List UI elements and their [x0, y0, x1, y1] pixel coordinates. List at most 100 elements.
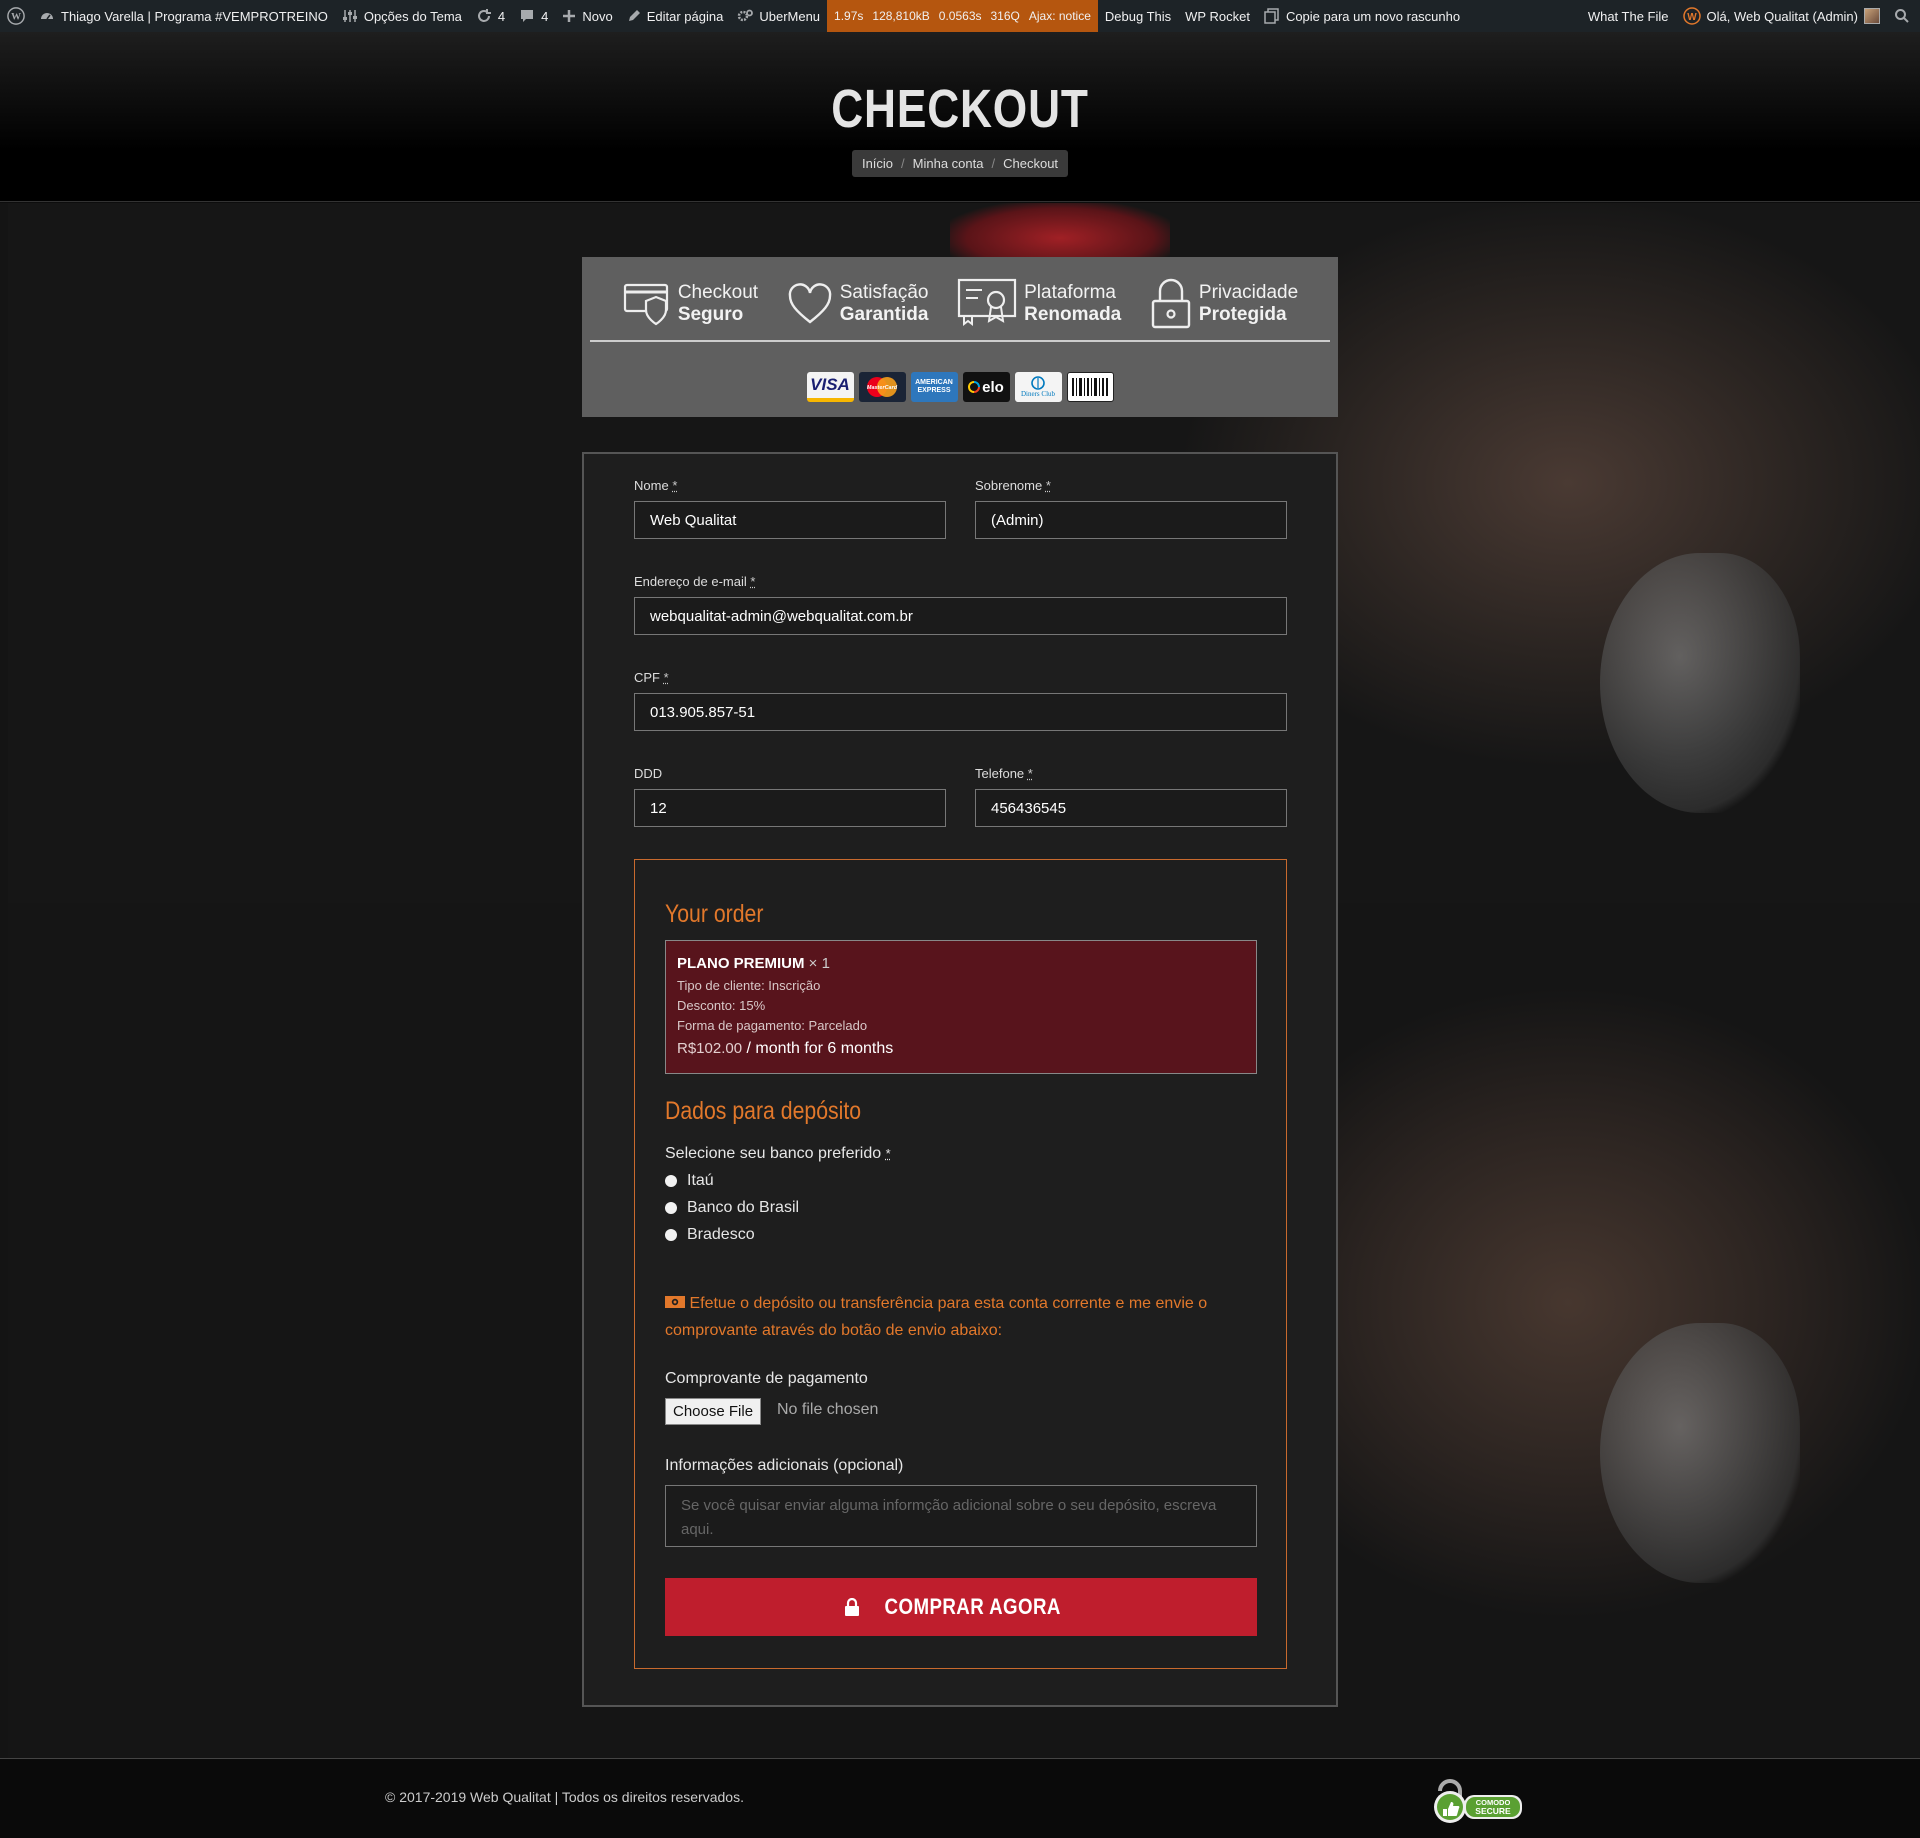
- plus-icon: [563, 10, 576, 22]
- cpf-label: CPF *: [634, 670, 1287, 685]
- admin-what-the-file[interactable]: What The File: [1581, 0, 1676, 32]
- perf-memory: 128,810kB: [872, 9, 930, 23]
- diners-card-icon: Diners Club: [1014, 372, 1062, 402]
- breadcrumb-account[interactable]: Minha conta: [913, 156, 984, 171]
- wp-rocket-label: WP Rocket: [1185, 8, 1250, 24]
- email-label: Endereço de e-mail *: [634, 574, 1287, 589]
- admin-search[interactable]: [1887, 0, 1920, 32]
- ubermenu-label: UberMenu: [759, 8, 821, 24]
- admin-site-name[interactable]: Thiago Varella | Programa #VEMPROTREINO: [32, 0, 335, 32]
- badge-line2: Garantida: [839, 303, 929, 325]
- admin-debug-this[interactable]: Debug This: [1098, 0, 1178, 32]
- last-name-label-text: Sobrenome: [975, 478, 1043, 493]
- page-header: CHECKOUT Início / Minha conta / Checkout: [0, 32, 1920, 202]
- badge-line1: Plataforma: [1024, 281, 1116, 303]
- price-amount: R$102.00: [677, 1040, 743, 1057]
- bank-option-label: Banco do Brasil: [687, 1199, 800, 1216]
- search-icon: [1895, 9, 1909, 23]
- product-name: PLANO PREMIUM × 1: [677, 955, 1245, 972]
- perf-time: 1.97s: [834, 9, 864, 23]
- admin-updates[interactable]: 4: [469, 0, 512, 32]
- trust-panel: Checkout Seguro Satisfação Garantida Plata…: [582, 257, 1338, 417]
- svg-text:MasterCard: MasterCard: [867, 385, 898, 391]
- badge-line1: Privacidade: [1198, 281, 1299, 303]
- radio-button[interactable]: [665, 1175, 677, 1187]
- admin-ubermenu[interactable]: UberMenu: [730, 0, 827, 32]
- breadcrumb-current: Checkout: [1003, 156, 1059, 171]
- phone-input[interactable]: [975, 789, 1287, 827]
- admin-theme-options[interactable]: Opções do Tema: [335, 0, 469, 32]
- admin-bar-right: What The File W Olá, Web Qualitat (Admin…: [1581, 0, 1920, 32]
- product-name-text: PLANO PREMIUM: [677, 955, 805, 972]
- buy-now-button[interactable]: COMPRAR AGORA: [665, 1578, 1257, 1636]
- email-label-text: Endereço de e-mail: [634, 574, 747, 589]
- admin-new[interactable]: Novo: [555, 0, 619, 32]
- pencil-icon: [628, 10, 640, 21]
- ddd-field-group: DDD: [634, 766, 946, 827]
- cpf-label-text: CPF: [634, 670, 660, 685]
- diners-label: Diners Club: [1020, 390, 1056, 398]
- first-name-input[interactable]: [634, 501, 946, 539]
- badge-platform: Plataforma Renomada: [956, 267, 1121, 340]
- footer: © 2017-2019 Web Qualitat | Todos os dire…: [0, 1758, 1920, 1838]
- required-marker: *: [885, 1146, 891, 1161]
- deposit-notice-text: Efetue o depósito ou transferência para …: [665, 1295, 1208, 1339]
- page-title: CHECKOUT: [831, 79, 1089, 139]
- checkout-form: Nome * Sobrenome * Endereço de e-mail * …: [582, 452, 1338, 1707]
- debug-this-label: Debug This: [1104, 8, 1172, 24]
- wordpress-logo[interactable]: W: [0, 0, 32, 32]
- radio-button[interactable]: [665, 1229, 677, 1241]
- admin-account[interactable]: W Olá, Web Qualitat (Admin): [1676, 0, 1887, 32]
- additional-info-textarea[interactable]: Se você quisar enviar alguma informção a…: [665, 1485, 1257, 1547]
- svg-text:W: W: [1687, 12, 1697, 23]
- admin-query-monitor[interactable]: 1.97s 128,810kB 0.0563s 316Q Ajax: notic…: [827, 0, 1098, 32]
- bank-select-label-text: Selecione seu banco preferido: [665, 1145, 882, 1162]
- breadcrumb-home[interactable]: Início: [862, 156, 893, 171]
- buy-now-label: COMPRAR AGORA: [884, 1594, 1062, 1619]
- bank-option-label: Bradesco: [687, 1226, 755, 1243]
- payment-cards: VISA MasterCard AMERICAN EXPRESS elo Din…: [582, 372, 1338, 402]
- svg-text:SECURE: SECURE: [1475, 1806, 1511, 1816]
- cpf-input[interactable]: [634, 693, 1287, 731]
- price-period: / month for 6 months: [742, 1040, 894, 1057]
- choose-file-button[interactable]: Choose File: [665, 1398, 762, 1425]
- ddd-input[interactable]: [634, 789, 946, 827]
- bank-option-itau[interactable]: Itaú: [665, 1172, 714, 1190]
- order-item: PLANO PREMIUM × 1 Tipo de cliente: Inscr…: [665, 940, 1257, 1074]
- admin-edit-page[interactable]: Editar página: [620, 0, 731, 32]
- breadcrumb-separator: /: [991, 156, 996, 171]
- last-name-input[interactable]: [975, 501, 1287, 539]
- amex-card-icon: AMERICAN EXPRESS: [910, 372, 958, 402]
- admin-copy-draft[interactable]: Copie para um novo rascunho: [1257, 0, 1467, 32]
- bank-option-bradesco[interactable]: Bradesco: [665, 1226, 755, 1244]
- bank-option-label: Itaú: [687, 1172, 714, 1189]
- required-marker: *: [1027, 766, 1033, 781]
- badge-line2: Renomada: [1024, 303, 1122, 325]
- radio-button[interactable]: [665, 1202, 677, 1214]
- background-photo-detail: [1600, 553, 1800, 813]
- elo-card-icon: elo: [962, 372, 1010, 402]
- email-input[interactable]: [634, 597, 1287, 635]
- greeting-label: Olá, Web Qualitat (Admin): [1706, 8, 1858, 24]
- boleto-barcode-icon: [1066, 372, 1114, 402]
- last-name-field-group: Sobrenome *: [975, 478, 1287, 539]
- elo-label: elo: [982, 378, 1004, 396]
- required-marker: *: [750, 574, 756, 589]
- admin-wp-rocket[interactable]: WP Rocket: [1178, 0, 1257, 32]
- badge-line2: Seguro: [677, 303, 744, 325]
- bank-option-banco-do-brasil[interactable]: Banco do Brasil: [665, 1199, 799, 1217]
- comodo-secure-seal-icon[interactable]: COMODO SECURE: [1428, 1771, 1526, 1827]
- copyright: © 2017-2019 Web Qualitat | Todos os dire…: [385, 1789, 744, 1805]
- order-title: Your order: [665, 900, 764, 928]
- last-name-label: Sobrenome *: [975, 478, 1287, 493]
- new-label: Novo: [582, 8, 613, 24]
- money-icon: [665, 1296, 685, 1308]
- perf-queries: 316Q: [990, 9, 1020, 23]
- trust-badges: Checkout Seguro Satisfação Garantida Plata…: [590, 257, 1330, 342]
- barcode-icon: [1069, 375, 1111, 399]
- badge-line1: Satisfação: [839, 281, 929, 303]
- admin-comments[interactable]: 4: [512, 0, 555, 32]
- admin-bar: W Thiago Varella | Programa #VEMPROTREIN…: [0, 0, 1920, 32]
- comments-count: 4: [541, 8, 549, 24]
- deposit-notice: Efetue o depósito ou transferência para …: [665, 1290, 1255, 1344]
